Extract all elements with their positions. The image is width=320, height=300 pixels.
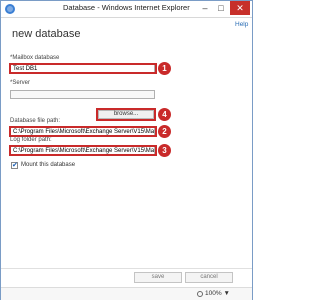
mount-database-checkbox[interactable]: ✔ bbox=[11, 162, 18, 169]
highlight-box-4 bbox=[96, 108, 156, 121]
close-icon[interactable]: ✕ bbox=[230, 1, 250, 15]
window-title: Database - Windows Internet Explorer bbox=[63, 3, 190, 12]
zoom-icon[interactable] bbox=[197, 291, 203, 297]
log-path-label: Log folder path: bbox=[10, 137, 52, 143]
internet-explorer-icon bbox=[5, 4, 15, 14]
callout-badge-3: 3 bbox=[158, 144, 171, 157]
checkmark-icon: ✔ bbox=[12, 162, 18, 169]
callout-badge-1: 1 bbox=[158, 62, 171, 75]
help-link[interactable]: Help bbox=[235, 21, 248, 28]
zoom-value: 100% bbox=[205, 290, 222, 297]
highlight-box-1 bbox=[9, 63, 157, 74]
status-bar: 100% ▼ bbox=[1, 287, 252, 300]
minimize-icon[interactable]: – bbox=[197, 1, 213, 15]
mount-database-label: Mount this database bbox=[21, 162, 76, 168]
mailbox-database-label: *Mailbox database bbox=[10, 55, 60, 61]
callout-badge-2: 2 bbox=[158, 125, 171, 138]
cancel-button[interactable]: cancel bbox=[185, 272, 233, 283]
browser-window: Database - Windows Internet Explorer – □… bbox=[0, 0, 253, 300]
dialog-title: new database bbox=[12, 28, 81, 40]
maximize-icon[interactable]: □ bbox=[213, 1, 229, 15]
save-button[interactable]: save bbox=[134, 272, 182, 283]
title-bar: Database - Windows Internet Explorer – □… bbox=[1, 1, 252, 18]
chevron-down-icon[interactable]: ▼ bbox=[223, 290, 229, 297]
dialog-content: Help new database *Mailbox database Test… bbox=[1, 18, 252, 286]
database-path-label: Database file path: bbox=[10, 118, 61, 124]
zoom-level[interactable]: 100% ▼ bbox=[205, 290, 230, 297]
callout-badge-4: 4 bbox=[158, 108, 171, 121]
highlight-box-3 bbox=[9, 145, 157, 156]
footer-divider bbox=[1, 268, 252, 269]
highlight-box-2 bbox=[9, 126, 157, 137]
server-label: *Server bbox=[10, 80, 31, 86]
server-input[interactable] bbox=[10, 90, 155, 99]
